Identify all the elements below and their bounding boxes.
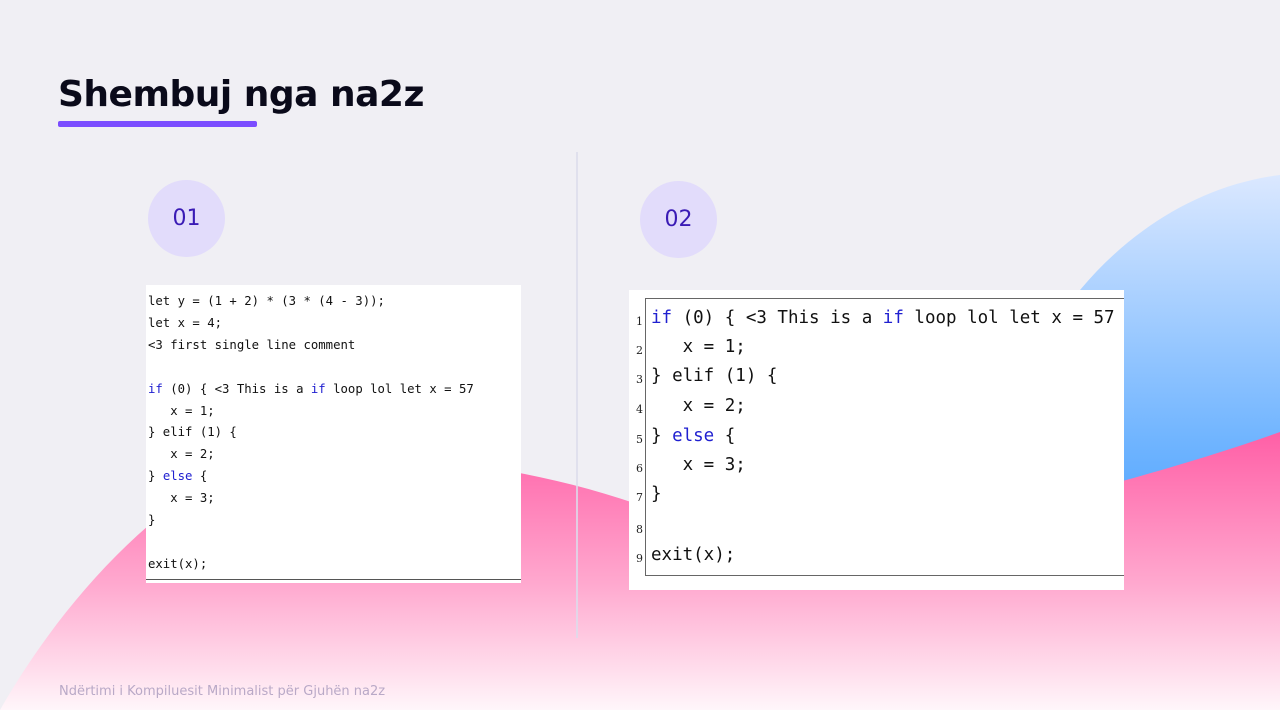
line-number: 7 <box>636 491 643 504</box>
line-number: 4 <box>636 403 643 416</box>
code-line: } <box>651 484 662 504</box>
code-line: } <box>148 513 156 528</box>
code-line: x = 3; <box>651 455 746 475</box>
code-line: x = 2; <box>651 396 746 416</box>
code-line: x = 1; <box>170 403 215 418</box>
code-line: <3 first single line comment <box>148 337 356 352</box>
example-number-badge-2: 02 <box>640 181 717 258</box>
line-number: 3 <box>636 373 643 386</box>
code-line: x = 1; <box>651 337 746 357</box>
line-number: 1 <box>636 315 643 328</box>
code-line: } else { <box>651 426 736 446</box>
code-snippet-2: 1 if (0) { <3 This is a if loop lol let x… <box>629 290 1124 590</box>
column-divider <box>576 152 578 638</box>
code-line: let x = 4; <box>148 315 223 330</box>
code-line: if (0) { <3 This is a if loop lol let x … <box>651 308 1115 328</box>
code-line: } else { <box>148 469 208 484</box>
slide-title: Shembuj nga na2z <box>58 74 424 115</box>
example-number-badge-1: 01 <box>148 180 225 257</box>
code-line: x = 2; <box>170 447 215 462</box>
line-number: 8 <box>636 523 643 536</box>
code-line: exit(x); <box>651 545 736 565</box>
line-number: 5 <box>636 433 643 446</box>
slide-footer: Ndërtimi i Kompiluesit Minimalist për Gj… <box>59 684 386 699</box>
line-number: 2 <box>636 344 643 357</box>
code-snippet-1: let y = (1 + 2) * (3 * (4 - 3)); let x =… <box>146 285 521 583</box>
code-line: exit(x); <box>148 556 208 571</box>
line-number: 9 <box>636 552 643 565</box>
code-line: } elif (1) { <box>148 425 237 440</box>
code-line: let y = (1 + 2) * (3 * (4 - 3)); <box>148 294 385 308</box>
code-snippet-1-text: let y = (1 + 2) * (3 * (4 - 3)); let x =… <box>146 285 521 576</box>
code-snippet-1-rule <box>146 579 521 580</box>
code-line: if (0) { <3 This is a if loop lol let x … <box>148 381 474 396</box>
title-underline <box>58 121 257 127</box>
line-number: 6 <box>636 462 643 475</box>
code-line: } elif (1) { <box>651 366 778 386</box>
code-line: x = 3; <box>170 491 215 506</box>
